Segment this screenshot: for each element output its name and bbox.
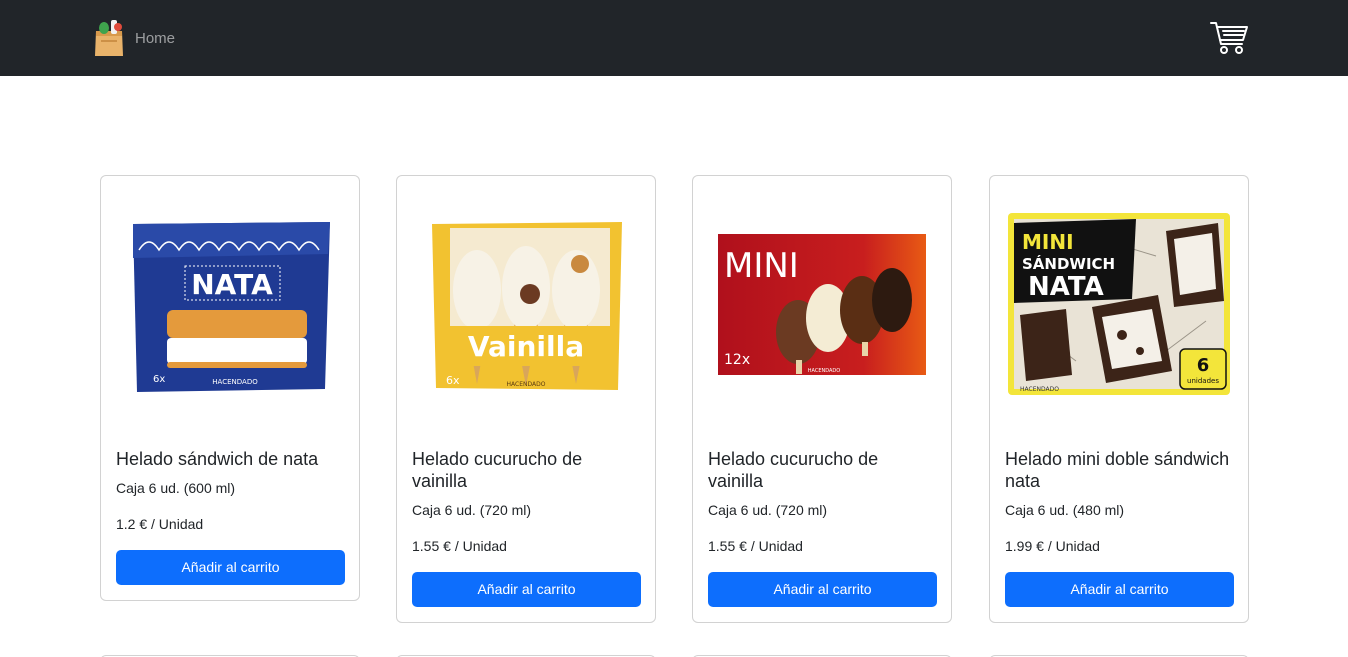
add-to-cart-button[interactable]: Añadir al carrito: [412, 572, 641, 607]
svg-text:SÁNDWICH: SÁNDWICH: [1022, 254, 1115, 273]
product-price: 1.99 € / Unidad: [1005, 538, 1100, 554]
product-card: MINI 12x HACENDADO Helado cucurucho de v…: [692, 175, 952, 623]
svg-text:HACENDADO: HACENDADO: [212, 378, 258, 386]
add-to-cart-button[interactable]: Añadir al carrito: [1005, 572, 1234, 607]
grocery-bag-icon[interactable]: [93, 19, 125, 57]
svg-text:HACENDADO: HACENDADO: [507, 381, 546, 388]
svg-text:6x: 6x: [446, 374, 460, 387]
nav-home-link[interactable]: Home: [135, 30, 175, 48]
product-title: Helado cucurucho de vainilla: [708, 449, 879, 491]
product-price: 1.55 € / Unidad: [708, 538, 803, 554]
product-package: Caja 6 ud. (720 ml): [412, 502, 532, 518]
product-card: NATA 6x HACENDADO Helado sándwich de nat…: [100, 175, 360, 601]
product-image: NATA 6x HACENDADO: [101, 176, 359, 432]
svg-text:NATA: NATA: [1028, 272, 1104, 302]
product-title: Helado cucurucho de vainilla: [412, 449, 583, 491]
svg-text:12x: 12x: [724, 352, 750, 368]
svg-text:HACENDADO: HACENDADO: [808, 368, 841, 374]
svg-text:unidades: unidades: [1187, 377, 1219, 385]
navbar: Home: [0, 0, 1348, 76]
product-title: Helado sándwich de nata: [116, 449, 319, 469]
product-price: 1.2 € / Unidad: [116, 516, 204, 532]
svg-text:Vainilla: Vainilla: [468, 330, 584, 363]
product-price: 1.55 € / Unidad: [412, 538, 507, 554]
svg-text:MINI: MINI: [1022, 230, 1074, 254]
svg-text:HACENDADO: HACENDADO: [1020, 386, 1059, 393]
add-to-cart-button[interactable]: Añadir al carrito: [116, 550, 345, 585]
product-image: MINI 12x HACENDADO: [693, 176, 951, 432]
svg-text:6x: 6x: [153, 374, 165, 385]
add-to-cart-button[interactable]: Añadir al carrito: [708, 572, 937, 607]
product-package: Caja 6 ud. (480 ml): [1005, 502, 1125, 518]
product-image: MINI SÁNDWICH NATA 6 unidades HACENDADO: [990, 176, 1248, 432]
shopping-cart-icon[interactable]: [1209, 20, 1249, 56]
product-package: Caja 6 ud. (720 ml): [708, 502, 828, 518]
product-image: Vainilla 6x HACENDADO: [397, 176, 655, 432]
product-package: Caja 6 ud. (600 ml): [116, 480, 236, 496]
svg-text:NATA: NATA: [191, 268, 273, 301]
product-card: MINI SÁNDWICH NATA 6 unidades HACENDADO …: [989, 175, 1249, 623]
svg-text:6: 6: [1197, 355, 1210, 376]
product-card: Vainilla 6x HACENDADO Helado cucurucho d…: [396, 175, 656, 623]
product-title: Helado mini doble sándwich nata: [1005, 449, 1230, 491]
svg-text:MINI: MINI: [724, 246, 799, 286]
